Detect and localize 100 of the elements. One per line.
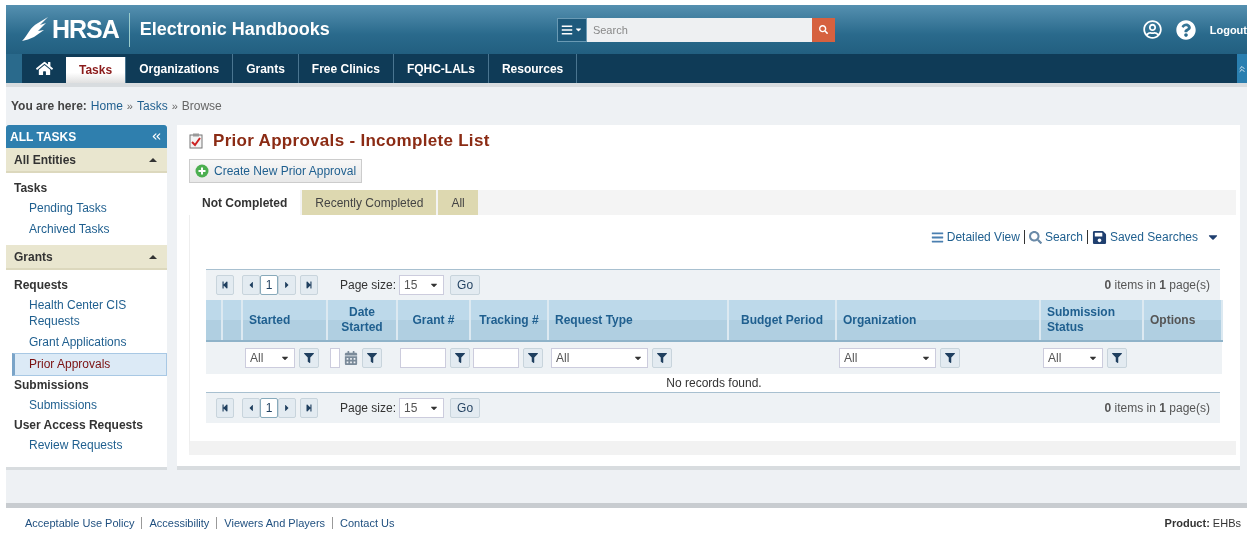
- toolbar-link[interactable]: Detailed View: [930, 230, 1025, 244]
- breadcrumb-link[interactable]: Home: [90, 99, 123, 113]
- sidebar-item[interactable]: Grant Applications: [12, 332, 167, 353]
- go-button[interactable]: Go: [450, 275, 481, 295]
- previous-page-button[interactable]: [242, 275, 260, 295]
- page-title: Prior Approvals - Incomplete List: [213, 131, 490, 151]
- tab[interactable]: Recently Completed: [302, 190, 437, 215]
- footer-link[interactable]: Accessibility: [149, 516, 218, 529]
- sidebar-item[interactable]: Pending Tasks: [12, 198, 167, 219]
- nav-tab[interactable]: FQHC-LALs: [393, 54, 489, 83]
- first-page-icon: [221, 404, 229, 412]
- app-title: Electronic Handbooks: [139, 19, 330, 40]
- filter-button[interactable]: [362, 348, 382, 368]
- toolbar-link[interactable]: Search: [1028, 230, 1088, 244]
- tab[interactable]: All: [438, 190, 478, 215]
- filter-icon: [367, 353, 377, 363]
- nav-tab[interactable]: Grants: [233, 54, 299, 83]
- next-page-button[interactable]: [278, 275, 296, 295]
- last-page-icon: [305, 404, 313, 412]
- section-header[interactable]: All Entities: [6, 148, 167, 173]
- filter-icon: [657, 353, 667, 363]
- page-size-dropdown[interactable]: 15: [399, 275, 445, 295]
- column-header[interactable]: Started: [242, 300, 327, 341]
- column-header[interactable]: Request Type: [548, 300, 728, 341]
- column-header[interactable]: Grant #: [397, 300, 470, 341]
- filter-icon: [528, 353, 538, 363]
- menu-icon: [560, 23, 573, 36]
- first-page-icon: [221, 281, 229, 289]
- footer-link[interactable]: Contact Us: [340, 516, 402, 529]
- product-label: Product: EHBs: [1164, 516, 1241, 529]
- group-title: User Access Requests: [13, 417, 144, 434]
- nav-tab[interactable]: Tasks: [66, 57, 127, 83]
- filter-input-field[interactable]: [400, 348, 446, 368]
- nav-tab[interactable]: Free Clinics: [298, 54, 394, 83]
- sidebar-title: ALL TASKS: [10, 129, 77, 144]
- logout-link[interactable]: Logout: [1209, 23, 1247, 36]
- column-header[interactable]: Date Started: [327, 300, 397, 341]
- nav-tab[interactable]: Organizations: [126, 54, 234, 83]
- filter-icon: [304, 353, 314, 363]
- filter-button[interactable]: [940, 348, 960, 368]
- filter-icon: [455, 353, 465, 363]
- group-title: Tasks: [13, 180, 49, 197]
- last-page-button[interactable]: [300, 275, 318, 295]
- page-number-button[interactable]: 1: [260, 398, 278, 418]
- menu-button[interactable]: [556, 17, 587, 42]
- filter-button[interactable]: [652, 348, 672, 368]
- page-size-label: Page size:: [340, 278, 397, 292]
- footer-link[interactable]: Acceptable Use Policy: [25, 516, 143, 529]
- group-title: Submissions: [13, 377, 90, 394]
- sidebar-item[interactable]: Review Requests: [12, 435, 167, 456]
- pager-info: 0 items in 1 page(s): [1104, 278, 1210, 292]
- page-number-button[interactable]: 1: [260, 275, 278, 295]
- pager-info: 0 items in 1 page(s): [1104, 401, 1210, 415]
- create-button[interactable]: Create New Prior Approval: [189, 159, 363, 183]
- column-header[interactable]: Submission Status: [1040, 300, 1143, 341]
- list-icon: [930, 230, 944, 244]
- group-title: Requests: [13, 277, 70, 294]
- column-header[interactable]: Tracking #: [470, 300, 548, 341]
- sidebar-item[interactable]: Health Center CIS Requests: [12, 295, 167, 332]
- filter-dropdown[interactable]: All: [1043, 348, 1103, 368]
- toolbar-link[interactable]: Saved Searches: [1091, 229, 1202, 245]
- breadcrumb-separator: »: [171, 100, 178, 112]
- footer-link[interactable]: Viewers And Players: [224, 516, 334, 529]
- first-page-button[interactable]: [216, 398, 234, 418]
- search-icon: [1028, 230, 1042, 244]
- next-page-button[interactable]: [278, 398, 296, 418]
- search-button[interactable]: [811, 17, 835, 42]
- tab[interactable]: Not Completed: [189, 190, 301, 215]
- first-page-button[interactable]: [216, 275, 234, 295]
- collapse-icon: [150, 130, 163, 143]
- go-button[interactable]: Go: [450, 398, 481, 418]
- user-icon: [1142, 20, 1162, 39]
- filter-dropdown[interactable]: All: [245, 348, 295, 368]
- column-header[interactable]: Budget Period: [728, 300, 836, 341]
- search-field[interactable]: Search: [586, 17, 812, 42]
- nav-tab[interactable]: Resources: [488, 54, 578, 83]
- filter-button[interactable]: [523, 348, 543, 368]
- filter-dropdown[interactable]: All: [551, 348, 648, 368]
- chevrons-up-icon: [1237, 63, 1247, 74]
- section-header[interactable]: Grants: [6, 245, 167, 270]
- empty-message: No records found.: [206, 374, 1222, 392]
- sidebar-item[interactable]: Prior Approvals: [12, 353, 167, 376]
- page-size-dropdown[interactable]: 15: [399, 398, 445, 418]
- caret-icon: [573, 25, 583, 34]
- date-input-field[interactable]: [330, 348, 340, 368]
- filter-button[interactable]: [450, 348, 470, 368]
- column-header[interactable]: Organization: [836, 300, 1040, 341]
- previous-page-button[interactable]: [242, 398, 260, 418]
- sidebar-item[interactable]: Submissions: [12, 395, 167, 416]
- page-size-label: Page size:: [340, 401, 397, 415]
- filter-dropdown[interactable]: All: [839, 348, 936, 368]
- breadcrumb-link[interactable]: Tasks: [136, 99, 168, 113]
- sidebar-item[interactable]: Archived Tasks: [12, 219, 167, 240]
- help-icon: [1175, 19, 1196, 40]
- filter-button[interactable]: [1107, 348, 1127, 368]
- filter-button[interactable]: [299, 348, 319, 368]
- filter-input-field[interactable]: [473, 348, 519, 368]
- last-page-button[interactable]: [300, 398, 318, 418]
- breadcrumb-label: You are here:: [11, 99, 87, 113]
- plus-icon: [195, 164, 209, 178]
